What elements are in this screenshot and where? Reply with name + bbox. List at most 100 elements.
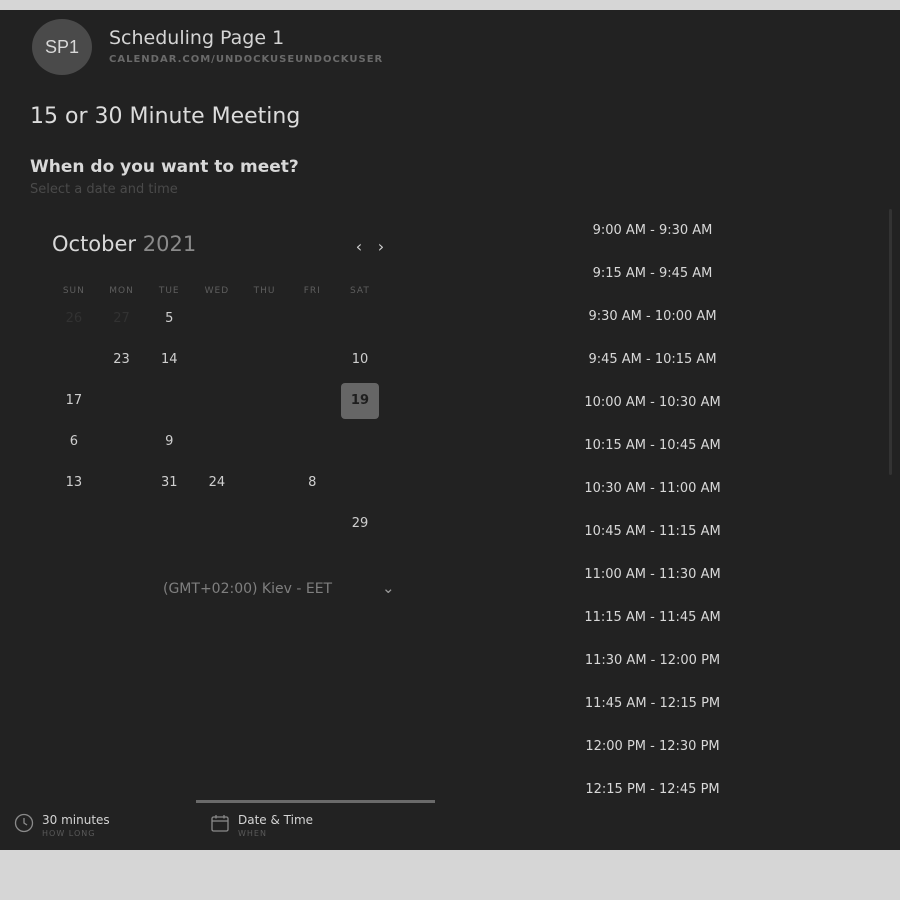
time-slot[interactable]: 9:00 AM - 9:30 AM bbox=[565, 209, 740, 252]
chevron-right-icon[interactable]: › bbox=[372, 238, 390, 256]
calendar-day bbox=[193, 421, 241, 462]
time-slot[interactable]: 12:15 PM - 12:45 PM bbox=[565, 768, 740, 811]
calendar-icon bbox=[210, 813, 230, 837]
day-number: 23 bbox=[113, 352, 130, 367]
calendar-day: 27 bbox=[98, 298, 146, 339]
day-number: 27 bbox=[113, 311, 130, 326]
calendar-day bbox=[98, 503, 146, 544]
time-slot[interactable]: 11:00 AM - 11:30 AM bbox=[565, 553, 740, 596]
page-url[interactable]: CALENDAR.COM/UNDOCKUSEUNDOCKUSER bbox=[109, 54, 383, 65]
scheduling-app: SP1 Scheduling Page 1 CALENDAR.COM/UNDOC… bbox=[0, 10, 900, 850]
calendar-day bbox=[288, 421, 336, 462]
calendar-day bbox=[50, 503, 98, 544]
step-date-time[interactable]: Date & Time WHEN bbox=[210, 813, 313, 838]
time-slot[interactable]: 10:00 AM - 10:30 AM bbox=[565, 381, 740, 424]
calendar-day bbox=[98, 421, 146, 462]
chevron-down-icon[interactable]: ⌄ bbox=[382, 579, 395, 597]
time-slot[interactable]: 9:45 AM - 10:15 AM bbox=[565, 338, 740, 381]
calendar-day bbox=[336, 462, 384, 503]
day-number: 26 bbox=[65, 311, 83, 326]
step-sublabel: WHEN bbox=[238, 829, 267, 838]
calendar-day bbox=[241, 298, 289, 339]
calendar-day bbox=[145, 380, 193, 421]
calendar-day bbox=[288, 339, 336, 380]
calendar-day bbox=[193, 380, 241, 421]
day-number: 10 bbox=[351, 352, 369, 367]
calendar-day[interactable]: 24 bbox=[193, 462, 241, 503]
weekday-label: SUN bbox=[62, 286, 85, 296]
calendar-day bbox=[288, 503, 336, 544]
calendar-day bbox=[241, 421, 289, 462]
calendar-day bbox=[241, 462, 289, 503]
instruction-text: Select a date and time bbox=[30, 182, 178, 197]
time-slot[interactable]: 9:15 AM - 9:45 AM bbox=[565, 252, 740, 295]
calendar-day[interactable]: 9 bbox=[145, 421, 193, 462]
calendar-day bbox=[241, 380, 289, 421]
weekday-label: MON bbox=[109, 286, 134, 296]
calendar-grid: 26 27 5 23 14 10 17 19 6 9 13 31 24 8 29 bbox=[50, 298, 384, 544]
calendar-day[interactable]: 10 bbox=[336, 339, 384, 380]
meeting-title: 15 or 30 Minute Meeting bbox=[30, 104, 301, 129]
calendar-day bbox=[193, 298, 241, 339]
clock-icon bbox=[14, 813, 34, 837]
calendar-day[interactable]: 13 bbox=[50, 462, 98, 503]
day-number: 14 bbox=[160, 352, 178, 367]
calendar-day[interactable]: 6 bbox=[50, 421, 98, 462]
calendar-day[interactable]: 31 bbox=[145, 462, 193, 503]
active-step-indicator bbox=[196, 800, 435, 803]
calendar-day[interactable]: 8 bbox=[288, 462, 336, 503]
step-label: Date & Time bbox=[238, 813, 314, 827]
calendar-day[interactable]: 14 bbox=[145, 339, 193, 380]
weekday-label: FRI bbox=[303, 286, 321, 296]
calendar-day: 26 bbox=[50, 298, 98, 339]
page-title: Scheduling Page 1 bbox=[109, 27, 285, 49]
avatar: SP1 bbox=[32, 19, 92, 75]
calendar-day bbox=[336, 421, 384, 462]
day-number: 5 bbox=[165, 311, 174, 326]
month-label: October bbox=[52, 232, 137, 256]
time-slot[interactable]: 12:00 PM - 12:30 PM bbox=[565, 725, 740, 768]
time-slot[interactable]: 11:45 AM - 12:15 PM bbox=[565, 682, 740, 725]
calendar-day[interactable]: 29 bbox=[336, 503, 384, 544]
day-number: 19 bbox=[340, 382, 379, 419]
calendar-day bbox=[288, 298, 336, 339]
time-slot[interactable]: 10:15 AM - 10:45 AM bbox=[565, 424, 740, 467]
calendar-day[interactable]: 17 bbox=[50, 380, 98, 421]
scrollbar[interactable] bbox=[889, 209, 892, 475]
calendar-month-title: October 2021 bbox=[52, 232, 196, 256]
day-number: 6 bbox=[69, 434, 78, 449]
timezone-select[interactable]: (GMT+02:00) Kiev - EET bbox=[163, 581, 332, 597]
calendar-day[interactable]: 23 bbox=[98, 339, 146, 380]
calendar-day bbox=[336, 298, 384, 339]
calendar-day-selected[interactable]: 19 bbox=[336, 380, 384, 421]
time-slot[interactable]: 11:15 AM - 11:45 AM bbox=[565, 596, 740, 639]
step-label: 30 minutes bbox=[42, 813, 110, 827]
calendar-day[interactable]: 5 bbox=[145, 298, 193, 339]
weekday-label: WED bbox=[204, 286, 230, 296]
weekday-label: THU bbox=[253, 286, 276, 296]
calendar-day bbox=[241, 339, 289, 380]
chevron-left-icon[interactable]: ‹ bbox=[350, 238, 368, 256]
day-number: 24 bbox=[208, 475, 226, 490]
calendar-day bbox=[288, 380, 336, 421]
calendar-day bbox=[98, 380, 146, 421]
day-number: 13 bbox=[65, 475, 83, 490]
day-number: 31 bbox=[160, 475, 178, 490]
day-number: 17 bbox=[65, 393, 83, 408]
day-number: 9 bbox=[165, 434, 174, 449]
year-label: 2021 bbox=[142, 232, 197, 256]
step-duration[interactable]: 30 minutes HOW LONG bbox=[14, 813, 110, 838]
day-number: 29 bbox=[351, 516, 369, 531]
time-slot[interactable]: 10:30 AM - 11:00 AM bbox=[565, 467, 740, 510]
weekday-header: SUN MON TUE WED THU FRI SAT bbox=[50, 286, 384, 296]
time-slot[interactable]: 10:45 AM - 11:15 AM bbox=[565, 510, 740, 553]
calendar-day bbox=[193, 503, 241, 544]
question-heading: When do you want to meet? bbox=[30, 157, 299, 177]
time-slot[interactable]: 9:30 AM - 10:00 AM bbox=[565, 295, 740, 338]
calendar-day bbox=[98, 462, 146, 503]
time-slot-list: 9:00 AM - 9:30 AM 9:15 AM - 9:45 AM 9:30 A… bbox=[565, 209, 740, 811]
calendar-day bbox=[193, 339, 241, 380]
time-slot[interactable]: 11:30 AM - 12:00 PM bbox=[565, 639, 740, 682]
calendar-day bbox=[145, 503, 193, 544]
calendar-day bbox=[50, 339, 98, 380]
